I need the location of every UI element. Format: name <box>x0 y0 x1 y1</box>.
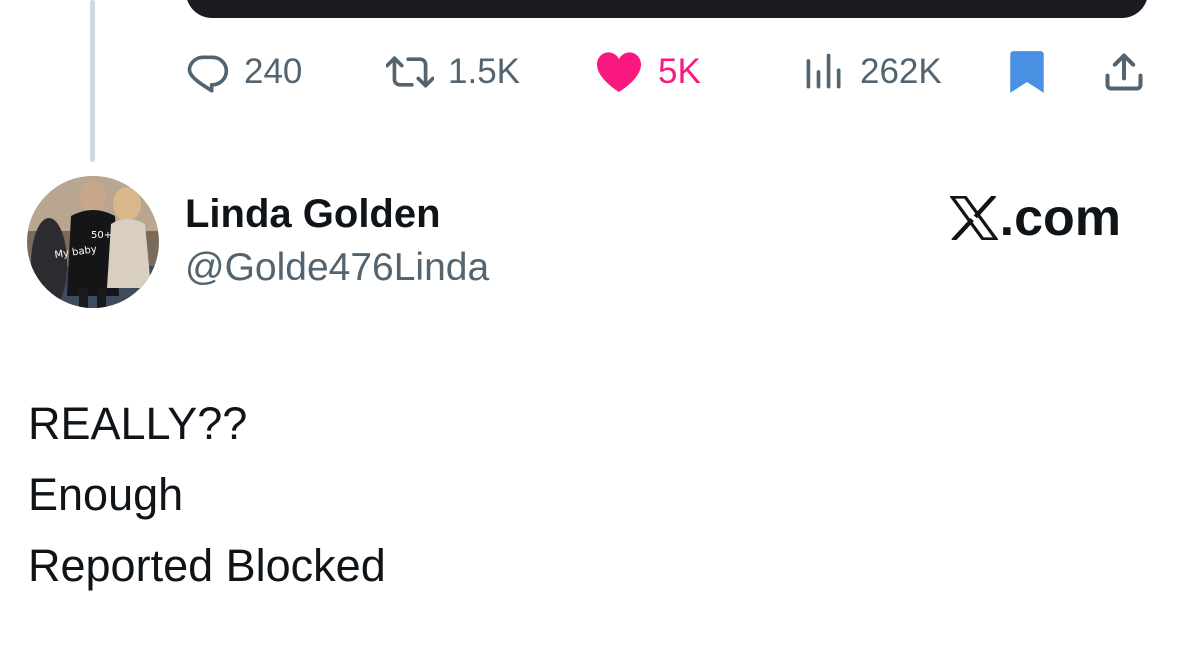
views-icon <box>806 53 841 89</box>
brand-watermark: .com <box>949 188 1121 248</box>
share-button[interactable] <box>1102 48 1146 96</box>
x-logo-icon <box>949 196 998 240</box>
like-button[interactable]: 5K <box>594 48 701 96</box>
author-display-name[interactable]: Linda Golden <box>185 192 441 237</box>
repost-count: 1.5K <box>448 52 520 91</box>
views-button[interactable]: 262K <box>802 48 942 96</box>
author-handle[interactable]: @Golde476Linda <box>185 246 489 290</box>
tweet-line-1: REALLY?? <box>28 398 248 449</box>
like-count: 5K <box>658 52 701 91</box>
reply-count: 240 <box>244 52 303 91</box>
tweet-line-3: Reported Blocked <box>28 540 386 591</box>
tweet-text: REALLY?? Enough Reported Blocked <box>28 388 386 601</box>
repost-icon <box>386 56 434 88</box>
share-icon <box>1105 53 1143 91</box>
avatar-text-1: 50+ <box>91 230 112 241</box>
media-card[interactable] <box>186 0 1148 18</box>
reply-icon <box>187 55 229 93</box>
repost-button[interactable]: 1.5K <box>386 48 520 96</box>
tweet-line-2: Enough <box>28 469 184 520</box>
views-count: 262K <box>860 52 942 91</box>
reply-button[interactable]: 240 <box>186 48 302 96</box>
bookmark-icon <box>1010 51 1044 93</box>
bookmark-button[interactable] <box>1006 48 1048 96</box>
action-bar: 240 1.5K 5K 262K <box>0 48 1179 96</box>
avatar[interactable]: 50+ My baby <box>27 176 159 308</box>
brand-text: .com <box>999 189 1121 247</box>
like-icon <box>597 52 641 92</box>
